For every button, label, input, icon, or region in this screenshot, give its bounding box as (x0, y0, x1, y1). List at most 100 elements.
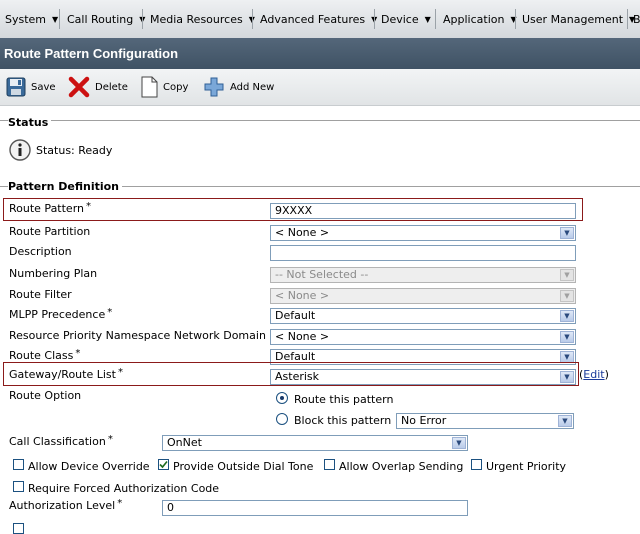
route-partition-select[interactable]: < None > ▼ (270, 225, 576, 241)
label-text: Gateway/Route List (9, 368, 116, 381)
pattern-definition-title: Pattern Definition (8, 180, 123, 193)
copy-button[interactable]: Copy (140, 75, 188, 99)
menu-label: Call Routing (67, 13, 134, 26)
numbering-plan-label: Numbering Plan (9, 267, 98, 280)
route-this-pattern-label: Route this pattern (294, 393, 394, 406)
menu-label: Advanced Features (260, 13, 366, 26)
numbering-plan-select: -- Not Selected -- ▼ (270, 267, 576, 283)
required-asterisk: * (86, 201, 92, 212)
menu-application[interactable]: Application ▼ (443, 13, 517, 27)
gateway-edit-link[interactable]: Edit (583, 368, 604, 381)
allow-device-override-checkbox[interactable] (13, 459, 24, 470)
route-option-label: Route Option (9, 389, 82, 402)
authorization-level-input[interactable]: 0 (162, 500, 468, 516)
input-value: 9XXXX (275, 204, 313, 217)
mlpp-precedence-label: MLPP Precedence * (9, 307, 113, 321)
required-asterisk: * (117, 498, 123, 509)
urgent-priority-checkbox[interactable] (471, 459, 482, 470)
toolbar: Save Delete Copy Add New (0, 69, 640, 106)
copy-label: Copy (163, 81, 189, 93)
title-bar: Route Pattern Configuration (0, 38, 640, 69)
menu-separator (435, 9, 436, 29)
add-new-button[interactable]: Add New (203, 75, 274, 99)
partial-checkbox[interactable] (13, 523, 24, 534)
save-button[interactable]: Save (6, 75, 56, 99)
select-value: < None > (275, 289, 330, 302)
menu-system[interactable]: System ▼ (5, 13, 58, 27)
menu-separator (59, 9, 60, 29)
mlpp-precedence-select[interactable]: Default ▼ (270, 308, 576, 324)
delete-button[interactable]: Delete (68, 75, 128, 99)
menu-label: System (5, 13, 47, 26)
copy-icon (140, 76, 158, 98)
menu-device[interactable]: Device ▼ (381, 13, 431, 27)
block-reason-select[interactable]: No Error ▼ (396, 413, 574, 429)
allow-device-override-label: Allow Device Override (28, 460, 150, 473)
required-asterisk: * (75, 348, 81, 359)
required-asterisk: * (107, 307, 113, 318)
top-menu-bar: System▼ Call Routing▼ Media Resources▼ A… (0, 0, 640, 39)
chevron-down-icon: ▼ (560, 310, 574, 322)
save-icon (6, 77, 26, 97)
delete-icon (68, 76, 90, 98)
menu-separator (374, 9, 375, 29)
resource-priority-select[interactable]: < None > ▼ (270, 329, 576, 345)
label-text: Authorization Level (9, 499, 116, 512)
info-icon (9, 139, 31, 161)
menu-advanced-features[interactable]: Advanced Features▼ (260, 13, 377, 27)
call-classification-select[interactable]: OnNet ▼ (162, 435, 468, 451)
label-text: MLPP Precedence (9, 308, 106, 321)
required-asterisk: * (117, 367, 123, 378)
route-pattern-label: Route Pattern * (9, 201, 92, 215)
select-value: < None > (275, 226, 330, 239)
block-this-pattern-label: Block this pattern (294, 414, 392, 427)
save-label: Save (31, 81, 56, 93)
menu-separator (142, 9, 143, 29)
chevron-down-icon: ▼ (560, 269, 574, 281)
caret-down-icon: ▼ (52, 15, 59, 24)
select-value: < None > (275, 330, 330, 343)
menu-label: Application (443, 13, 505, 26)
chevron-down-icon: ▼ (560, 331, 574, 343)
select-value: -- Not Selected -- (275, 268, 369, 281)
menu-label: User Management (522, 13, 624, 26)
checkmark-icon (159, 460, 168, 469)
status-text: Status: Ready (36, 144, 113, 157)
label-text: Route Class (9, 349, 74, 362)
chevron-down-icon: ▼ (558, 415, 572, 427)
section-divider (0, 120, 640, 121)
block-this-pattern-radio[interactable] (276, 413, 288, 425)
route-partition-label: Route Partition (9, 225, 91, 238)
route-pattern-input[interactable]: 9XXXX (270, 203, 576, 219)
radio-selected-dot (280, 396, 284, 400)
menu-b[interactable]: B (633, 13, 640, 27)
gateway-route-list-label: Gateway/Route List * (9, 367, 123, 381)
urgent-priority-label: Urgent Priority (486, 460, 567, 473)
require-forced-auth-label: Require Forced Authorization Code (28, 482, 220, 495)
allow-overlap-sending-checkbox[interactable] (324, 459, 335, 470)
gateway-route-list-select[interactable]: Asterisk ▼ (270, 369, 576, 385)
call-classification-label: Call Classification * (9, 434, 113, 448)
allow-overlap-sending-label: Allow Overlap Sending (339, 460, 464, 473)
menu-separator (515, 9, 516, 29)
route-filter-label: Route Filter (9, 288, 72, 301)
select-value: Asterisk (275, 370, 320, 383)
menu-label: B (633, 13, 640, 26)
provide-outside-dial-tone-checkbox[interactable] (158, 459, 169, 470)
chevron-down-icon: ▼ (560, 227, 574, 239)
route-this-pattern-radio[interactable] (276, 392, 288, 404)
menu-call-routing[interactable]: Call Routing▼ (67, 13, 145, 27)
chevron-down-icon: ▼ (560, 371, 574, 383)
select-value: Default (275, 309, 316, 322)
caret-down-icon: ▼ (424, 15, 431, 24)
menu-media-resources[interactable]: Media Resources▼ (150, 13, 255, 27)
menu-label: Device (381, 13, 419, 26)
select-value: No Error (401, 414, 447, 427)
label-text: Call Classification (9, 435, 106, 448)
plus-icon (203, 76, 225, 98)
menu-label: Media Resources (150, 13, 243, 26)
require-forced-auth-checkbox[interactable] (13, 481, 24, 492)
required-asterisk: * (107, 434, 113, 445)
menu-user-management[interactable]: User Management ▼ (522, 13, 635, 27)
description-input[interactable] (270, 245, 576, 261)
